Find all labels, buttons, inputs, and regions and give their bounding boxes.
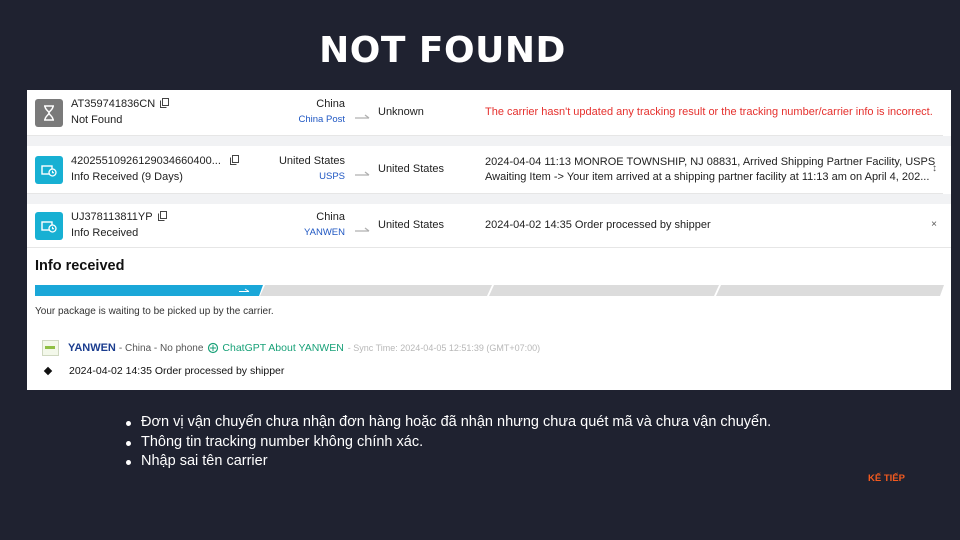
latest-event: 2024-04-02 14:35 Order processed by ship… — [485, 219, 711, 231]
chatgpt-link-label: ChatGPT About YANWEN — [222, 342, 344, 354]
detail-heading: Info received — [35, 258, 125, 274]
arrow-right-icon — [355, 165, 371, 183]
carrier-link[interactable]: China Post — [299, 114, 345, 125]
info-received-icon — [35, 156, 63, 184]
hourglass-icon — [35, 99, 63, 127]
event-line-2: Awaiting Item -> Your item arrived at a … — [485, 170, 930, 183]
tracking-panel: AT359741836CN Not Found China China Post… — [27, 90, 951, 390]
tracking-number: UJ378113811YP — [71, 211, 153, 223]
tracking-number: 4202551092612903466040​0... — [71, 155, 221, 167]
progress-step-2 — [260, 285, 492, 296]
destination-country: United States — [378, 163, 445, 175]
tracking-number: AT359741836CN — [71, 98, 156, 110]
carrier-meta: - China - No phone — [118, 342, 204, 354]
progress-step-4 — [716, 285, 944, 296]
expand-toggle-icon[interactable]: ↕ — [932, 163, 937, 174]
copy-icon[interactable] — [229, 155, 239, 168]
shipment-status: Info Received (9 Days) — [71, 171, 183, 183]
explanation-item: Đơn vị vận chuyển chưa nhận đơn hàng hoặ… — [125, 413, 771, 433]
sync-time: - Sync Time: 2024-04-05 12:51:39 (GMT+07… — [347, 343, 541, 353]
shipment-row-1[interactable]: AT359741836CN Not Found China China Post… — [27, 90, 951, 136]
copy-icon[interactable] — [160, 98, 170, 111]
bullet-diamond-icon — [43, 366, 53, 376]
chatgpt-icon — [208, 342, 219, 354]
origin-country: China — [316, 98, 345, 110]
carrier-link[interactable]: USPS — [319, 171, 345, 182]
copy-icon[interactable] — [157, 211, 167, 224]
explanation-item: Nhập sai tên carrier — [125, 452, 771, 472]
shipment-row-2[interactable]: 4202551092612903466040​0... Info Receive… — [27, 147, 951, 193]
shipment-status: Not Found — [71, 114, 123, 126]
explanation-item: Thông tin tracking number không chính xá… — [125, 433, 771, 453]
event-text: 2024-04-02 14:35 Order processed by ship… — [69, 365, 285, 377]
carrier-info-line: YANWEN - China - No phone ChatGPT About … — [42, 340, 540, 356]
event-line-1: 2024-04-04 11:13 MONROE TOWNSHIP, NJ 088… — [485, 156, 936, 168]
latest-event: 2024-04-04 11:13 MONROE TOWNSHIP, NJ 088… — [485, 155, 935, 184]
next-button[interactable]: KẾ TIẾP — [868, 473, 905, 484]
shipment-row-3[interactable]: UJ378113811YP Info Received China YANWEN… — [27, 203, 951, 249]
destination-country: United States — [378, 219, 445, 231]
explanation-list: Đơn vị vận chuyển chưa nhận đơn hàng hoặ… — [117, 413, 771, 472]
latest-event: The carrier hasn't updated any tracking … — [485, 106, 933, 118]
destination-country: Unknown — [378, 106, 424, 118]
progress-step-1 — [35, 285, 263, 296]
chatgpt-link[interactable]: ChatGPT About YANWEN — [207, 342, 344, 354]
collapse-toggle-icon[interactable]: × — [931, 219, 937, 230]
carrier-link[interactable]: YANWEN — [304, 227, 345, 238]
carrier-logo — [42, 340, 59, 356]
slide-title: NOT FOUND — [319, 30, 566, 71]
origin-country: China — [316, 211, 345, 223]
event-item: 2024-04-02 14:35 Order processed by ship… — [43, 365, 285, 377]
progress-bar — [35, 285, 944, 296]
row-divider — [27, 247, 951, 248]
carrier-name[interactable]: YANWEN — [68, 342, 116, 354]
shipment-status: Info Received — [71, 227, 139, 239]
arrow-right-icon — [355, 108, 371, 126]
origin-country: United States — [278, 155, 345, 167]
progress-step-3 — [489, 285, 719, 296]
arrow-right-icon — [355, 221, 371, 239]
row-gap — [27, 136, 951, 146]
waiting-text: Your package is waiting to be picked up … — [35, 306, 274, 317]
info-received-icon — [35, 212, 63, 240]
